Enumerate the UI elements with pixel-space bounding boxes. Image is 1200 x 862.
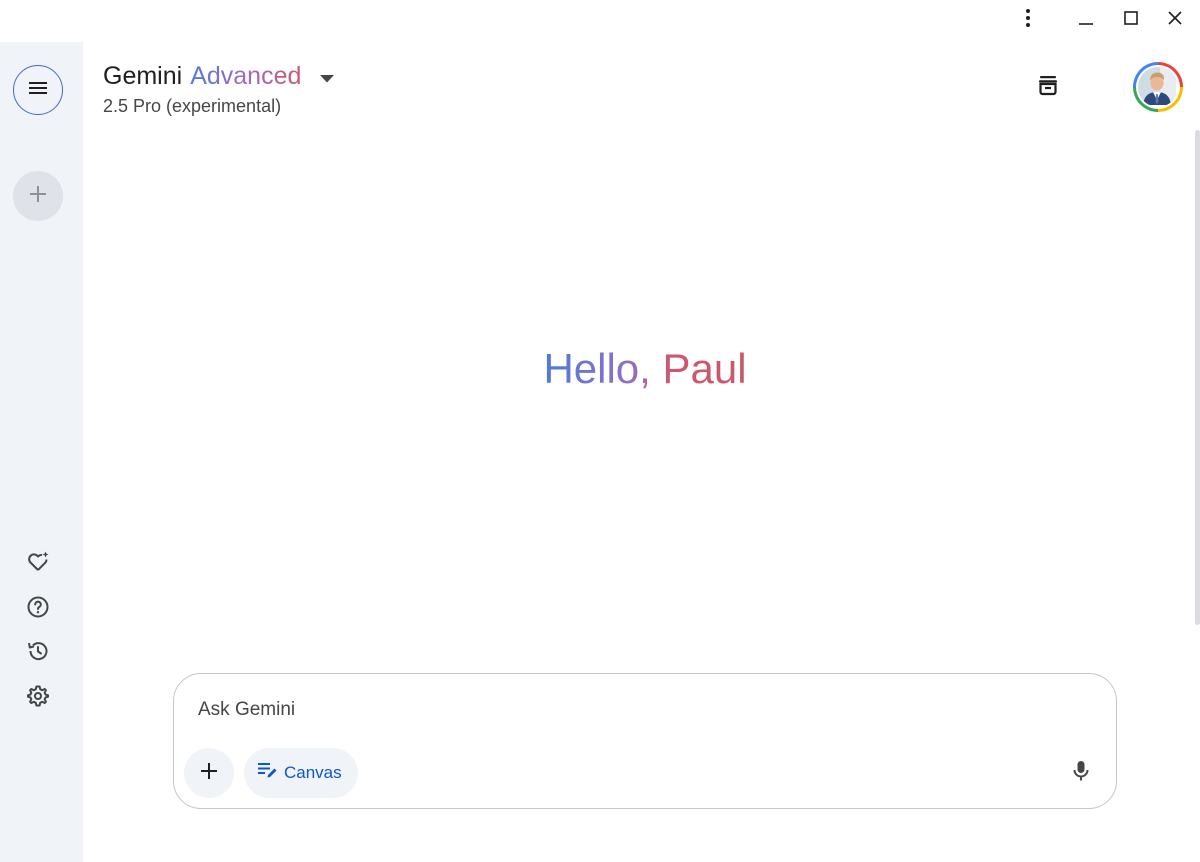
model-version: 2.5 Pro (experimental) [103, 96, 282, 116]
plus-icon [199, 761, 219, 786]
more-options-icon[interactable] [1011, 4, 1045, 32]
archive-button[interactable] [1030, 69, 1066, 105]
new-chat-button[interactable] [13, 171, 63, 221]
plus-icon [28, 184, 48, 209]
greeting: Hello, Paul [0, 345, 1200, 393]
main-menu-button[interactable] [13, 65, 63, 115]
window-titlebar [0, 0, 1200, 42]
maximize-button[interactable] [1114, 4, 1148, 32]
account-avatar[interactable] [1133, 62, 1183, 112]
greeting-text: Hello, Paul [543, 345, 747, 392]
app-title[interactable]: Gemini Advanced [103, 62, 301, 91]
close-window-button[interactable] [1158, 4, 1192, 32]
sidebar [0, 42, 83, 862]
model-dropdown-button[interactable] [314, 66, 340, 92]
microphone-button[interactable] [1064, 756, 1098, 790]
avatar-photo [1138, 67, 1178, 107]
canvas-button[interactable]: Canvas [244, 748, 358, 798]
help-button[interactable] [24, 595, 52, 623]
history-icon [26, 639, 50, 668]
tier-name: Advanced [190, 62, 302, 90]
settings-button[interactable] [24, 684, 52, 712]
minimize-button[interactable] [1069, 4, 1103, 32]
brand-name: Gemini [103, 62, 183, 90]
archive-icon [1036, 73, 1060, 102]
prompt-input[interactable] [198, 696, 1058, 724]
activity-button[interactable] [24, 639, 52, 667]
menu-icon [28, 81, 48, 100]
help-circle-icon [26, 595, 50, 624]
avatar-ring [1136, 65, 1180, 109]
heart-sparkle-icon [26, 550, 50, 579]
caret-down-icon [320, 70, 334, 88]
canvas-edit-icon [258, 762, 278, 785]
gem-manager-button[interactable] [24, 550, 52, 578]
microphone-icon [1072, 760, 1090, 787]
gear-icon [26, 684, 50, 713]
add-file-button[interactable] [184, 748, 234, 798]
canvas-label: Canvas [284, 763, 342, 782]
prompt-box: Canvas [173, 673, 1117, 809]
